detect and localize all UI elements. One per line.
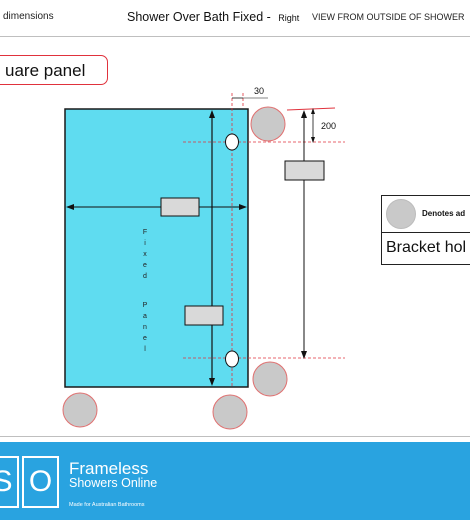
logo-letter-o: O <box>22 456 59 508</box>
footer-divider <box>0 436 470 437</box>
hole-top <box>225 133 239 151</box>
panel-letter: a <box>143 313 147 320</box>
hole-bottom <box>225 350 239 368</box>
adjustment-circle <box>212 394 248 430</box>
panel-letter: P <box>143 302 148 309</box>
bracket-side <box>284 160 325 181</box>
glass-panel <box>64 108 249 388</box>
brand-name-line2: Showers Online <box>69 476 158 490</box>
dim-200-label: 200 <box>321 121 336 131</box>
legend-circle-icon <box>386 199 416 229</box>
bracket-mid <box>160 197 200 217</box>
legend-denotes-text: Denotes ad <box>422 209 466 218</box>
panel-letter: d <box>143 273 147 280</box>
legend-row-denotes: Denotes ad <box>382 196 470 233</box>
panel-letter: n <box>143 324 147 331</box>
arrow-up <box>301 110 307 118</box>
arrow-down <box>301 351 307 359</box>
panel-letter: e <box>143 335 147 342</box>
panel-letter: F <box>143 229 147 236</box>
adjustment-circle <box>62 392 98 428</box>
legend-bracket-text: Bracket hol <box>386 239 467 256</box>
brand-tagline: Made for Australian Bathrooms <box>69 502 145 508</box>
dim-30-label: 30 <box>254 86 264 96</box>
panel-letter: x <box>143 251 147 258</box>
panel-letter: e <box>143 262 147 269</box>
logo-letter-s: S <box>0 456 19 508</box>
adjustment-circle <box>252 361 288 397</box>
top-reference-line <box>286 107 336 111</box>
legend-box: Denotes ad Bracket hol <box>381 195 470 265</box>
bracket-lower <box>184 305 224 326</box>
adjustment-circle <box>250 106 286 142</box>
